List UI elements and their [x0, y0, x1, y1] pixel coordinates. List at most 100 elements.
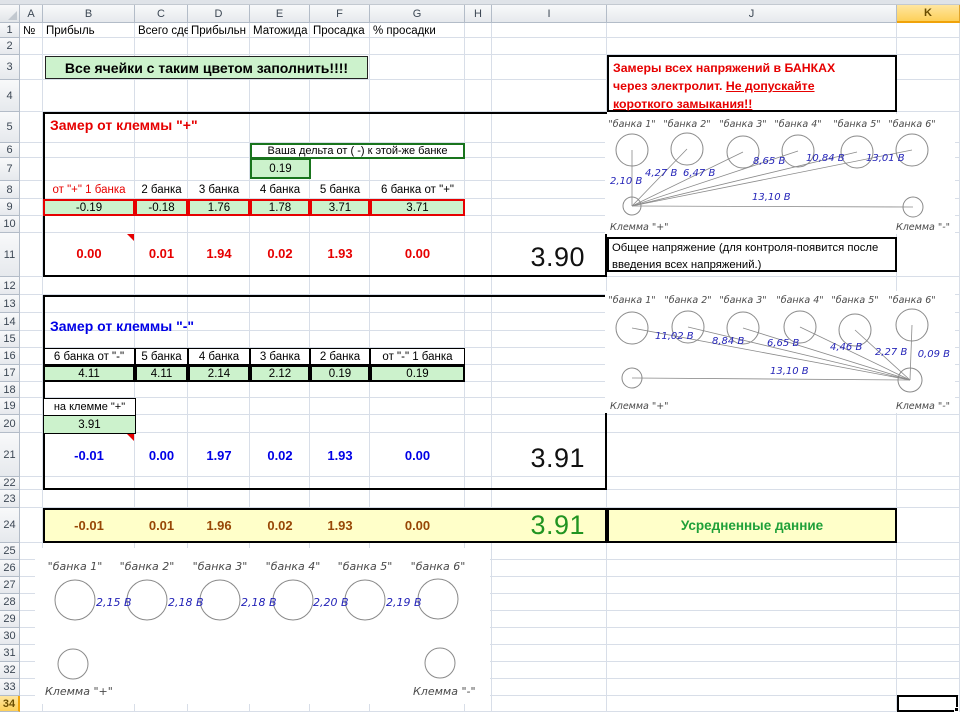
- row-header-33[interactable]: 33: [0, 679, 20, 696]
- row-header-29[interactable]: 29: [0, 611, 20, 628]
- row-header-7[interactable]: 7: [0, 158, 20, 181]
- terminal-value-cell[interactable]: 3.91: [43, 415, 136, 434]
- minus-measured-cell[interactable]: 4.11: [135, 365, 188, 382]
- column-header-F[interactable]: F: [310, 5, 370, 23]
- row-header-22[interactable]: 22: [0, 477, 20, 490]
- row-header-24[interactable]: 24: [0, 508, 20, 543]
- row-header-20[interactable]: 20: [0, 415, 20, 433]
- row-header-23[interactable]: 23: [0, 490, 20, 508]
- row-header-26[interactable]: 26: [0, 560, 20, 577]
- row-header-19[interactable]: 19: [0, 398, 20, 415]
- minus-computed-cell[interactable]: -0.01: [43, 443, 135, 468]
- column-header-J[interactable]: J: [607, 5, 897, 23]
- minus-header-cell[interactable]: 2 банка: [310, 348, 370, 365]
- averaged-value-cell[interactable]: 1.93: [310, 513, 370, 538]
- plus-header-cell[interactable]: 5 банка: [310, 181, 370, 199]
- column-header-C[interactable]: C: [135, 5, 188, 23]
- averaged-label-box[interactable]: Усредненные данние: [607, 508, 897, 543]
- minus-measured-cell[interactable]: 2.14: [188, 365, 250, 382]
- minus-computed-cell[interactable]: 0.02: [250, 443, 310, 468]
- total-voltage-plus[interactable]: 3.90: [492, 239, 585, 275]
- plus-computed-cell[interactable]: 0.01: [135, 241, 188, 266]
- plus-header-cell[interactable]: 2 банка: [135, 181, 188, 199]
- row-header-15[interactable]: 15: [0, 331, 20, 348]
- row-header-30[interactable]: 30: [0, 628, 20, 645]
- plus-section-title[interactable]: Замер от клеммы "+": [47, 114, 287, 135]
- plus-header-cell[interactable]: 3 банка: [188, 181, 250, 199]
- warning-box[interactable]: Замеры всех напряжений в БАНКАХ через эл…: [607, 55, 897, 112]
- plus-computed-cell[interactable]: 1.93: [310, 241, 370, 266]
- total-voltage-minus[interactable]: 3.91: [492, 440, 585, 476]
- row-header-27[interactable]: 27: [0, 577, 20, 594]
- averaged-value-cell[interactable]: 0.00: [370, 513, 465, 538]
- row-header-14[interactable]: 14: [0, 313, 20, 331]
- minus-computed-cell[interactable]: 0.00: [370, 443, 465, 468]
- plus-measured-cell[interactable]: 1.78: [250, 199, 310, 216]
- row-header-17[interactable]: 17: [0, 365, 20, 382]
- row-header-13[interactable]: 13: [0, 295, 20, 313]
- row-header-11[interactable]: 11: [0, 233, 20, 277]
- minus-header-cell[interactable]: 6 банка от "-": [43, 348, 135, 365]
- header-cell-D1[interactable]: Прибыльн: [188, 23, 250, 38]
- row-header-25[interactable]: 25: [0, 543, 20, 560]
- row-header-1[interactable]: 1: [0, 23, 20, 38]
- plus-computed-cell[interactable]: 1.94: [188, 241, 250, 266]
- plus-measured-cell[interactable]: 3.71: [370, 199, 465, 216]
- plus-header-cell[interactable]: от "+" 1 банка: [43, 181, 135, 199]
- minus-measured-cell[interactable]: 4.11: [43, 365, 135, 382]
- plus-measured-cell[interactable]: 3.71: [310, 199, 370, 216]
- averaged-value-cell[interactable]: 0.02: [250, 513, 310, 538]
- row-header-5[interactable]: 5: [0, 112, 20, 143]
- select-all-corner[interactable]: [0, 5, 20, 23]
- plus-measured-cell[interactable]: -0.19: [43, 199, 135, 216]
- terminal-label-cell[interactable]: на клемме "+": [43, 398, 136, 416]
- header-cell-F1[interactable]: Просадка: [310, 23, 370, 38]
- delta-label-cell[interactable]: Ваша дельта от ( -) к этой-же банке: [250, 143, 465, 159]
- minus-section-title[interactable]: Замер от клеммы "-": [47, 315, 287, 336]
- column-header-G[interactable]: G: [370, 5, 465, 23]
- column-header-B[interactable]: B: [43, 5, 135, 23]
- plus-computed-cell[interactable]: 0.00: [370, 241, 465, 266]
- plus-computed-cell[interactable]: 0.02: [250, 241, 310, 266]
- delta-value-cell[interactable]: 0.19: [250, 158, 311, 179]
- row-header-31[interactable]: 31: [0, 645, 20, 662]
- minus-header-cell[interactable]: от "-" 1 банка: [370, 348, 465, 365]
- row-header-12[interactable]: 12: [0, 277, 20, 295]
- row-header-9[interactable]: 9: [0, 199, 20, 216]
- header-cell-G1[interactable]: % просадки: [370, 23, 465, 38]
- minus-computed-cell[interactable]: 0.00: [135, 443, 188, 468]
- minus-measured-cell[interactable]: 0.19: [310, 365, 370, 382]
- minus-measured-cell[interactable]: 0.19: [370, 365, 465, 382]
- row-header-3[interactable]: 3: [0, 55, 20, 80]
- header-cell-A1[interactable]: №: [20, 23, 43, 38]
- plus-computed-cell[interactable]: 0.00: [43, 241, 135, 266]
- total-note-box[interactable]: Общее напряжение (для контроля-появится …: [607, 237, 897, 272]
- averaged-value-cell[interactable]: 1.96: [188, 513, 250, 538]
- row-header-34[interactable]: 34: [0, 696, 20, 712]
- total-voltage-averaged[interactable]: 3.91: [492, 508, 585, 543]
- minus-header-cell[interactable]: 4 банка: [188, 348, 250, 365]
- row-header-4[interactable]: 4: [0, 80, 20, 112]
- column-header-D[interactable]: D: [188, 5, 250, 23]
- averaged-value-cell[interactable]: -0.01: [43, 513, 135, 538]
- plus-measured-cell[interactable]: -0.18: [135, 199, 188, 216]
- row-header-32[interactable]: 32: [0, 662, 20, 679]
- header-cell-B1[interactable]: Прибыль: [43, 23, 135, 38]
- header-cell-E1[interactable]: Матожида: [250, 23, 310, 38]
- header-cell-C1[interactable]: Всего сде: [135, 23, 188, 38]
- minus-measured-cell[interactable]: 2.12: [250, 365, 310, 382]
- plus-header-cell[interactable]: 6 банка от "+": [370, 181, 465, 199]
- averaged-value-cell[interactable]: 0.01: [135, 513, 188, 538]
- row-header-6[interactable]: 6: [0, 143, 20, 158]
- column-header-K[interactable]: K: [897, 5, 960, 23]
- row-header-10[interactable]: 10: [0, 216, 20, 233]
- row-header-8[interactable]: 8: [0, 181, 20, 199]
- instruction-cell[interactable]: Все ячейки с таким цветом заполнить!!!!: [45, 56, 368, 79]
- plus-measured-cell[interactable]: 1.76: [188, 199, 250, 216]
- column-header-H[interactable]: H: [465, 5, 492, 23]
- minus-header-cell[interactable]: 3 банка: [250, 348, 310, 365]
- row-header-21[interactable]: 21: [0, 433, 20, 477]
- active-cell-selection[interactable]: [897, 695, 958, 712]
- minus-header-cell[interactable]: 5 банка: [135, 348, 188, 365]
- column-header-E[interactable]: E: [250, 5, 310, 23]
